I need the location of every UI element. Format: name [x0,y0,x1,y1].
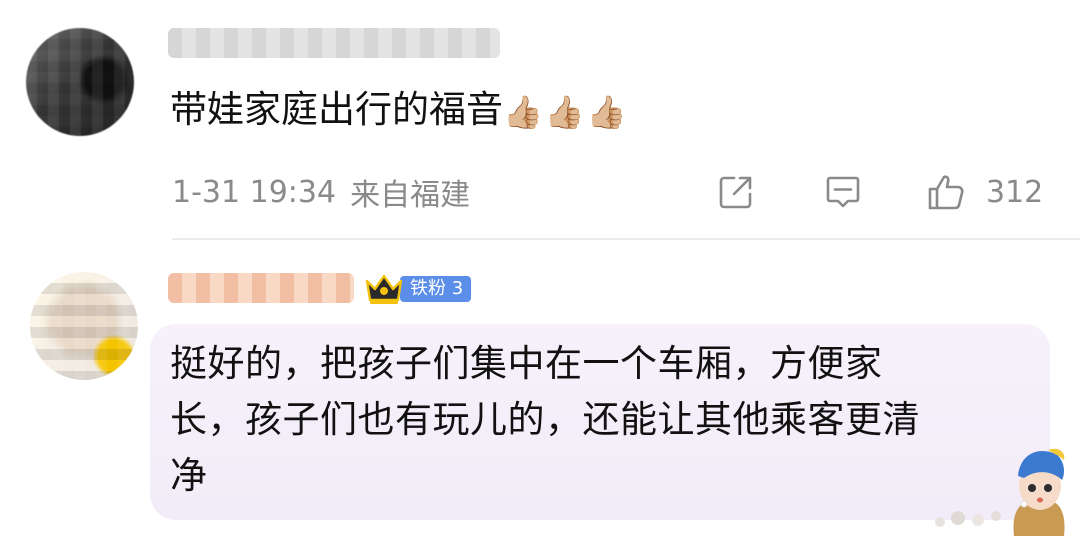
share-button[interactable] [716,168,756,216]
avatar[interactable] [30,272,138,380]
bubble-decoration-sticker [935,448,1065,536]
comment-body: 挺好的，把孩子们集中在一个车厢，方便家 长，孩子们也有玩儿的，还能让其他乘客更清… [170,342,920,497]
reply-button[interactable] [823,168,863,216]
avatar-mosaic [26,28,134,136]
share-icon [719,176,752,209]
avatar[interactable] [26,28,134,136]
comment-icon [826,176,860,208]
comment-meta: 1-31 19:34 来自福建 [172,168,1052,216]
like-count: 312 [986,174,1044,210]
like-button[interactable]: 312 [926,168,1043,216]
username-blurred[interactable] [168,28,500,58]
comment-text: 带娃家庭出行的福音👍🏼👍🏼👍🏼 [170,82,629,140]
crown-icon [365,274,403,304]
thumbs-up-emoji: 👍🏼👍🏼👍🏼 [503,92,629,131]
comment-body: 带娃家庭出行的福音 [170,88,503,131]
fan-badge-label: 铁粉 3 [400,276,472,302]
divider [172,238,1080,240]
username-blurred[interactable] [168,273,354,303]
fan-badge[interactable]: 铁粉 3 [364,272,472,306]
thumbs-up-icon [928,175,964,210]
comment-location: 来自福建 [350,178,471,213]
avatar-mosaic [30,272,138,380]
comment-time: 1-31 19:34 [172,174,337,210]
